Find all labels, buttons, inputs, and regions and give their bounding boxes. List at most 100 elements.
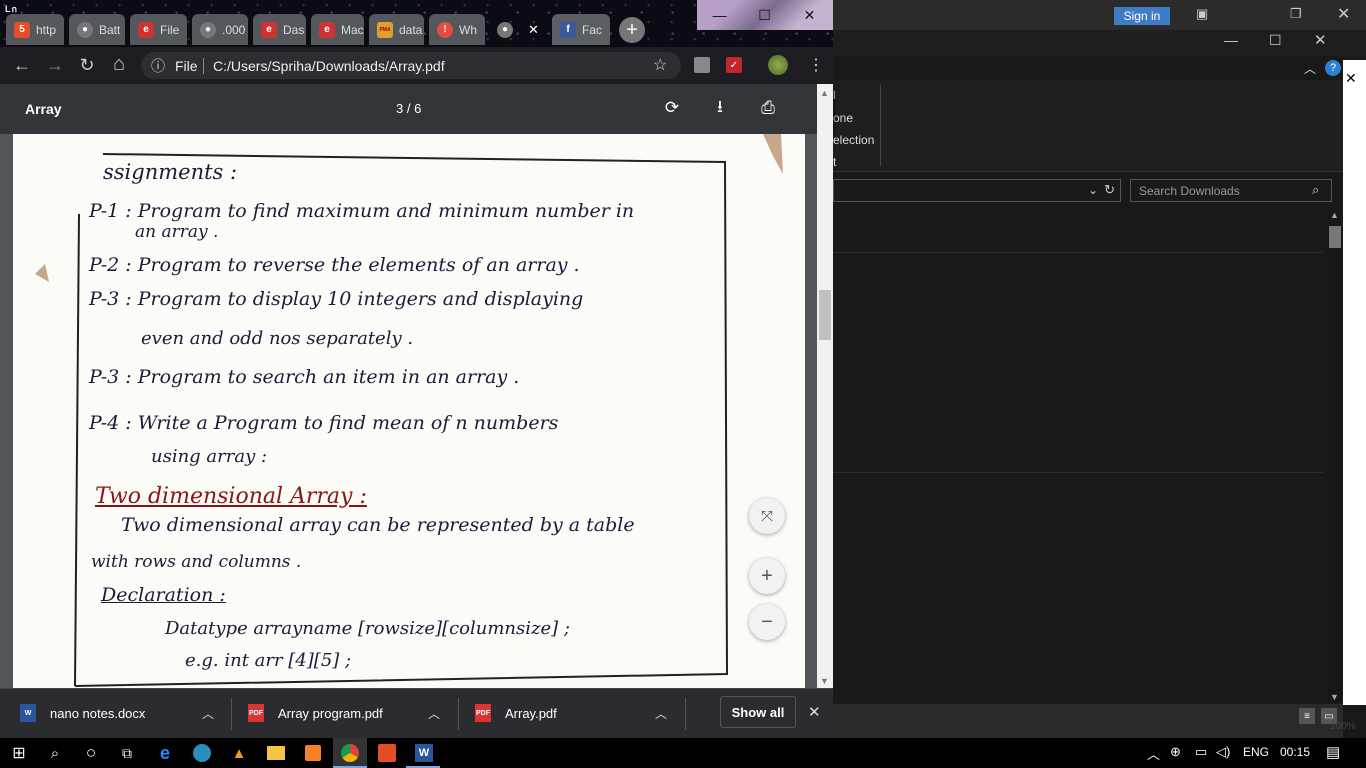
maximize-icon[interactable]: ❐: [1290, 6, 1302, 22]
tab[interactable]: e Das: [253, 14, 306, 45]
scroll-up-icon[interactable]: ▲: [820, 88, 829, 98]
menu-icon[interactable]: ⋮: [808, 55, 824, 75]
close-icon[interactable]: ✕: [1314, 31, 1327, 49]
extension-shield-icon[interactable]: ✓: [726, 57, 742, 73]
scrollbar[interactable]: ▲ ▼: [1328, 210, 1342, 702]
address-bar[interactable]: ⌄ ↻: [833, 179, 1121, 202]
status-bar: ≡ ▭: [833, 704, 1343, 738]
scroll-thumb[interactable]: [819, 290, 831, 340]
download-item[interactable]: PDF Array.pdf ︿: [475, 688, 667, 738]
text-line: P-3 : Program to display 10 integers and…: [89, 288, 584, 310]
sublime-icon[interactable]: [305, 745, 321, 761]
tab[interactable]: ● Batt: [69, 14, 125, 45]
globe-icon: ●: [497, 21, 513, 38]
chrome-icon[interactable]: [341, 744, 359, 762]
rotate-icon[interactable]: ⟳: [661, 97, 683, 119]
folder-icon[interactable]: [267, 746, 285, 760]
notifications-icon[interactable]: ▤: [1326, 743, 1340, 761]
word-file-icon: W: [20, 704, 36, 722]
wordpress-icon[interactable]: [193, 744, 211, 762]
vlc-icon[interactable]: ▲: [228, 742, 250, 764]
close-icon[interactable]: ✕: [787, 0, 832, 30]
chevron-down-icon[interactable]: ⌄: [1088, 183, 1098, 197]
print-icon[interactable]: ⎙: [757, 97, 779, 119]
language-indicator[interactable]: ENG: [1243, 745, 1269, 759]
extension-icon[interactable]: [694, 57, 710, 73]
chevron-up-icon[interactable]: ︿: [655, 705, 667, 722]
search-icon[interactable]: ⌕: [1312, 182, 1319, 198]
ribbon-item[interactable]: one: [833, 111, 853, 125]
fit-page-button[interactable]: ⤧: [749, 498, 785, 534]
cortana-icon[interactable]: ○: [80, 742, 102, 764]
avatar[interactable]: [768, 55, 788, 75]
zoom-out-button[interactable]: −: [749, 604, 785, 640]
download-item[interactable]: W nano notes.docx ︿: [20, 688, 214, 738]
download-item[interactable]: PDF Array program.pdf ︿: [248, 688, 440, 738]
search-input[interactable]: Search Downloads: [1130, 179, 1332, 202]
ribbon-item[interactable]: l: [833, 88, 836, 102]
tab-facebook[interactable]: f Fac: [552, 14, 610, 45]
tab[interactable]: 5 http: [6, 14, 64, 45]
tab[interactable]: PMA data: [369, 14, 424, 45]
window-controls: — ☐ ✕: [697, 0, 833, 30]
close-icon[interactable]: ✕: [1345, 70, 1357, 87]
chevron-up-icon[interactable]: ︿: [202, 705, 214, 722]
ribbon-item[interactable]: election: [833, 133, 874, 147]
pdf-file-icon: PDF: [248, 704, 264, 722]
chevron-up-icon[interactable]: ︿: [1147, 744, 1160, 763]
sign-in-button[interactable]: Sign in: [1114, 7, 1170, 25]
restore-icon[interactable]: ▣: [1196, 6, 1208, 22]
close-shelf-icon[interactable]: ✕: [808, 703, 821, 721]
maximize-icon[interactable]: ☐: [1269, 32, 1282, 49]
search-icon[interactable]: ⌕: [44, 742, 66, 764]
show-all-button[interactable]: Show all: [720, 696, 796, 728]
home-icon[interactable]: ⌂: [106, 51, 132, 77]
xampp-icon[interactable]: [378, 744, 396, 762]
windows-start-icon[interactable]: ⊞: [8, 742, 30, 764]
pma-icon: PMA: [377, 21, 393, 38]
task-view-icon[interactable]: ⧉: [116, 742, 138, 764]
details-view-icon[interactable]: ≡: [1299, 708, 1315, 724]
divider: [458, 698, 459, 730]
help-icon[interactable]: ?: [1325, 60, 1341, 76]
section-heading: Two dimensional Array :: [95, 484, 367, 509]
battery-icon[interactable]: ▭: [1195, 744, 1207, 760]
forward-icon[interactable]: →: [42, 52, 68, 78]
minimize-icon[interactable]: —: [1224, 32, 1238, 48]
scrollbar[interactable]: ▲ ▼: [817, 84, 833, 688]
scroll-up-icon[interactable]: ▲: [1330, 210, 1339, 220]
text-line: Two dimensional array can be represented…: [121, 514, 635, 536]
code-line: e.g. int arr [4][5] ;: [185, 650, 352, 671]
chevron-up-icon[interactable]: ︿: [1304, 60, 1316, 77]
tab[interactable]: e File: [130, 14, 187, 45]
scroll-thumb[interactable]: [1329, 226, 1341, 248]
tab[interactable]: ● .000: [192, 14, 248, 45]
tab[interactable]: ●: [489, 14, 525, 45]
divider: [833, 472, 1323, 473]
minimize-icon[interactable]: —: [697, 0, 742, 30]
clock[interactable]: 00:15: [1280, 745, 1310, 759]
ribbon-divider: [880, 84, 881, 166]
word-icon[interactable]: W: [415, 744, 433, 762]
download-icon[interactable]: ⭳: [709, 97, 731, 119]
refresh-icon[interactable]: ↻: [1104, 182, 1115, 198]
back-icon[interactable]: ←: [9, 52, 35, 78]
info-icon[interactable]: ⓘ: [151, 56, 165, 76]
omnibox-url[interactable]: C:/Users/Spriha/Downloads/Array.pdf: [213, 58, 445, 74]
tab[interactable]: ! Wh: [429, 14, 485, 45]
volume-icon[interactable]: ◁): [1216, 744, 1230, 760]
network-icon[interactable]: ⊕: [1170, 744, 1181, 760]
scroll-down-icon[interactable]: ▼: [1330, 692, 1339, 702]
close-tab-icon[interactable]: ✕: [528, 22, 539, 38]
reload-icon[interactable]: ↻: [74, 52, 100, 78]
edge-icon[interactable]: e: [154, 742, 176, 764]
bookmark-star-icon[interactable]: ☆: [653, 55, 667, 75]
maximize-icon[interactable]: ☐: [742, 0, 787, 30]
chevron-up-icon[interactable]: ︿: [428, 705, 440, 722]
ribbon-item[interactable]: t: [833, 155, 836, 169]
close-icon[interactable]: ✕: [1337, 4, 1350, 24]
zoom-in-button[interactable]: +: [749, 558, 785, 594]
scroll-down-icon[interactable]: ▼: [820, 676, 829, 686]
tab[interactable]: e Mac: [311, 14, 364, 45]
new-tab-button[interactable]: +: [619, 17, 645, 43]
